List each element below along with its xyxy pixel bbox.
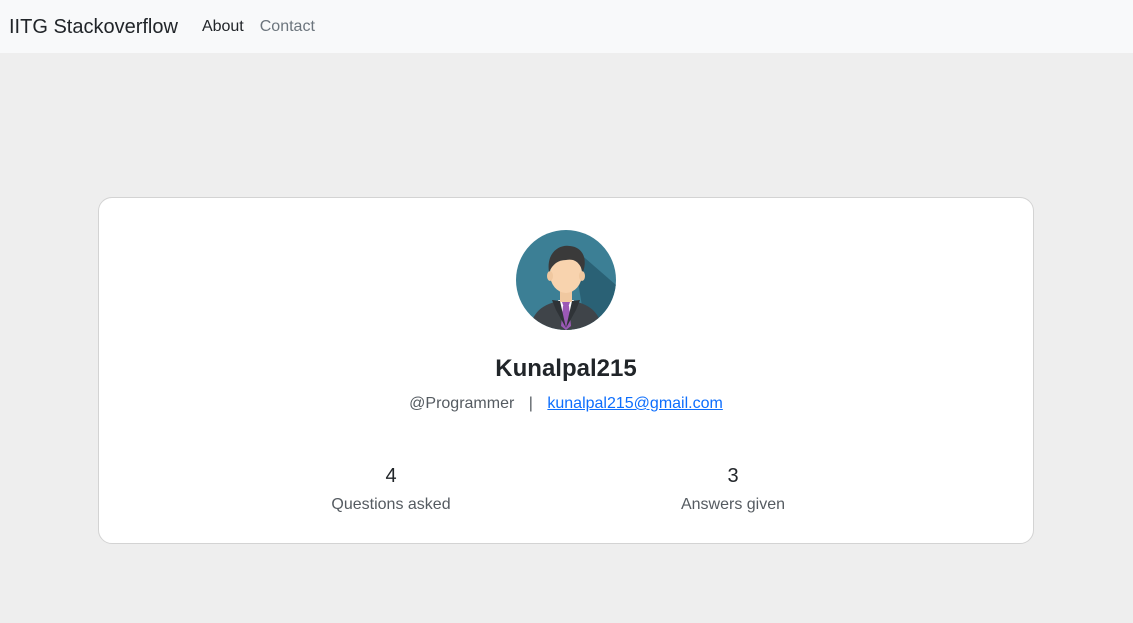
questions-label: Questions asked xyxy=(331,496,451,513)
stat-answers: 3 Answers given xyxy=(633,464,833,514)
profile-email-link[interactable]: kunalpal215@gmail.com xyxy=(547,395,722,412)
answers-label: Answers given xyxy=(680,496,786,513)
profile-card: Kunalpal215 @Programmer | kunalpal215@gm… xyxy=(98,197,1034,544)
meta-separator: | xyxy=(528,395,533,412)
brand-link[interactable]: IITG Stackoverflow xyxy=(9,17,178,37)
questions-count: 4 xyxy=(385,465,397,487)
profile-role: @Programmer xyxy=(409,395,515,412)
nav-link-about[interactable]: About xyxy=(202,18,244,35)
navbar: IITG Stackoverflow About Contact xyxy=(0,0,1133,53)
profile-username: Kunalpal215 xyxy=(495,355,637,382)
profile-meta: @Programmer | kunalpal215@gmail.com xyxy=(99,395,1033,413)
answers-count: 3 xyxy=(727,465,739,487)
user-avatar-icon xyxy=(516,230,616,330)
nav-link-contact[interactable]: Contact xyxy=(260,18,315,35)
stat-questions: 4 Questions asked xyxy=(291,464,491,514)
